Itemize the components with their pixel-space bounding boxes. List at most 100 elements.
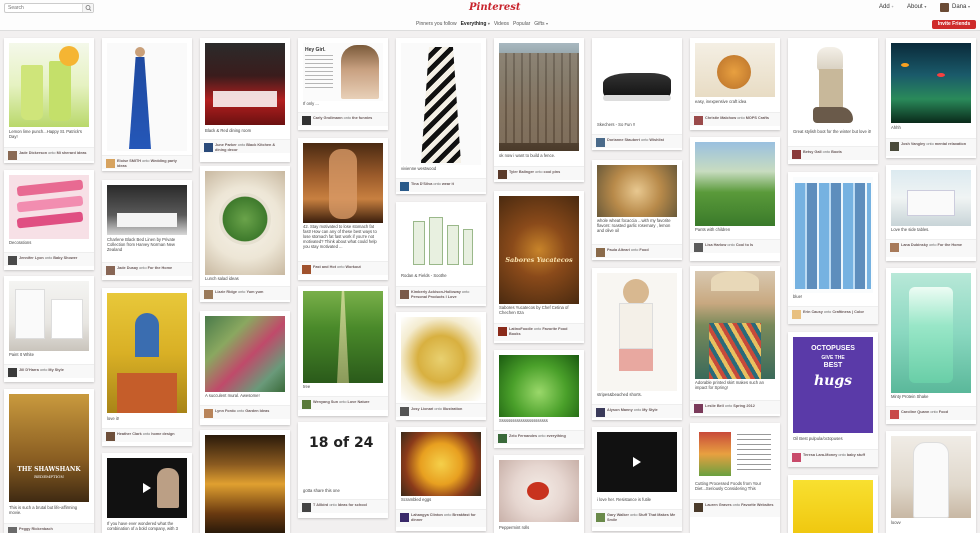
pin-card[interactable]: Great stylish boot for the winter but lo… [788, 38, 878, 164]
pinner-name[interactable]: Josy Lionari [411, 407, 433, 411]
board-name[interactable]: Ideas for school [338, 503, 367, 507]
pin-card[interactable]: Peppermint rolls [494, 455, 584, 533]
avatar[interactable] [106, 266, 115, 275]
pin-image[interactable] [695, 43, 775, 97]
search-icon[interactable] [82, 4, 93, 12]
pin-card[interactable] [200, 430, 290, 533]
pin-image[interactable] [793, 480, 873, 533]
pin-image[interactable] [205, 43, 285, 125]
pin-card[interactable]: Love the side tables. Lana Dubinsky onto… [886, 165, 976, 261]
pinner-name[interactable]: June Parker [215, 143, 237, 147]
pin-image[interactable] [401, 207, 481, 271]
pin-card[interactable]: Cutting Processed Foods from Your Diet..… [690, 423, 780, 533]
pinner-name[interactable]: Kimberly Ackison-Holloway [411, 290, 461, 294]
board-name[interactable]: Illustration [443, 407, 462, 411]
avatar[interactable] [106, 432, 115, 441]
avatar[interactable] [302, 503, 311, 512]
pin-card[interactable]: Ahhh Josh Vangley onto mental relaxation [886, 38, 976, 158]
pinner-name[interactable]: LatinoFoodie [509, 327, 533, 331]
pin-card[interactable]: stripes&beached shorts. Alyson Manny ont… [592, 268, 682, 420]
pin-image[interactable] [401, 43, 481, 165]
search-input[interactable] [5, 4, 83, 12]
board-name[interactable]: cool pins [544, 170, 561, 174]
avatar[interactable] [596, 138, 605, 147]
tab-videos[interactable]: Videos [494, 21, 509, 27]
pin-card[interactable]: Scrambled eggs Lahangya Clinton onto Bre… [396, 427, 486, 531]
board-name[interactable]: Wishlist [649, 138, 664, 142]
board-name[interactable]: My Style [48, 368, 63, 372]
avatar[interactable] [302, 400, 311, 409]
avatar[interactable] [8, 151, 17, 160]
pinner-name[interactable]: Fast and Hot [313, 265, 336, 269]
avatar[interactable] [940, 3, 949, 12]
board-name[interactable]: Mi sherard ideas [57, 151, 87, 155]
pinner-name[interactable]: Alyson Manny [607, 408, 633, 412]
board-name[interactable]: Food [639, 248, 648, 252]
avatar[interactable] [8, 256, 17, 265]
pin-image[interactable] [597, 43, 677, 119]
avatar[interactable] [792, 150, 801, 159]
pinner-name[interactable]: Lauren Graves [705, 503, 732, 507]
avatar[interactable] [694, 243, 703, 252]
board-name[interactable]: wear it [442, 182, 454, 186]
pin-image[interactable] [9, 281, 89, 351]
pinner-name[interactable]: Lisa Harlow [705, 243, 726, 247]
avatar[interactable] [498, 170, 507, 179]
avatar[interactable] [302, 116, 311, 125]
pinner-name[interactable]: Heather Clark [117, 432, 142, 436]
board-name[interactable]: Food [939, 410, 948, 414]
pin-image[interactable] [401, 317, 481, 401]
user-menu[interactable]: Dana ▾ [952, 4, 970, 10]
pin-card[interactable] [788, 475, 878, 533]
board-name[interactable]: Craftiness | Color [832, 310, 864, 314]
pin-card[interactable]: 42. Stay motivated to lose stomach fat f… [298, 138, 388, 280]
pin-image[interactable] [695, 271, 775, 379]
pin-card[interactable]: Skechers - So Fun !! Dorianne Staubert o… [592, 38, 682, 150]
pin-image[interactable] [205, 435, 285, 533]
avatar[interactable] [204, 409, 213, 418]
board-name[interactable]: Personal Products I Love [411, 295, 457, 299]
board-name[interactable]: mental relaxation [935, 142, 966, 146]
board-name[interactable]: Boots [831, 150, 842, 154]
pin-card[interactable]: Sabores Yucatecos Sabores Yucatecos by C… [494, 191, 584, 343]
pinner-name[interactable]: Lana Dubinsky [901, 243, 928, 247]
pinner-name[interactable]: Lizzie Ridge [215, 290, 237, 294]
avatar[interactable] [400, 290, 409, 299]
avatar[interactable] [694, 503, 703, 512]
board-name[interactable]: everything [547, 434, 566, 438]
pin-card[interactable]: Rodan & Fields - Soothe Kimberly Ackison… [396, 202, 486, 306]
pin-image[interactable] [793, 177, 873, 293]
pin-image[interactable] [303, 143, 383, 223]
tab-pinners-you-follow[interactable]: Pinners you follow [416, 21, 457, 27]
pinner-name[interactable]: Peggy Rickenbach [19, 527, 53, 531]
pinner-name[interactable]: Gary Walker [607, 513, 629, 517]
about-menu[interactable]: About ▾ [907, 4, 926, 10]
pin-card[interactable]: tree Wenyang Sun onto Love Nature [298, 286, 388, 416]
pin-image[interactable] [9, 43, 89, 127]
pin-image[interactable] [401, 432, 481, 496]
pin-card[interactable]: Eloise SMITH onto Wedding party ideas [102, 38, 192, 171]
avatar[interactable] [204, 143, 213, 152]
tab-gifts[interactable]: Gifts ▾ [534, 21, 548, 27]
pinner-name[interactable]: Erin Causy [803, 310, 823, 314]
avatar[interactable] [596, 408, 605, 417]
pinner-name[interactable]: Teresa Lara-Money [803, 453, 837, 457]
pin-image[interactable] [205, 316, 285, 392]
pin-image[interactable] [891, 170, 971, 226]
board-name[interactable]: Love Nature [348, 400, 370, 404]
avatar[interactable] [596, 513, 605, 522]
pin-card[interactable]: OCTOPUSES GIVE THE BEST hugs Oil Best pu… [788, 332, 878, 467]
pin-card[interactable]: easy, inexpensive craft idea Christie Ma… [690, 38, 780, 130]
pin-image[interactable] [597, 165, 677, 217]
pin-image[interactable] [107, 458, 187, 518]
pinner-name[interactable]: Leslie Bell [705, 404, 724, 408]
pin-card[interactable]: Lunch salad ideas Lizzie Ridge onto Yum … [200, 166, 290, 302]
pinner-name[interactable]: Christie Malchow [705, 116, 736, 120]
pin-card[interactable]: whole wheat focaccia ...with my favorite… [592, 160, 682, 260]
pin-card[interactable]: THE SHAWSHANK REDEMPTION This is such a … [4, 389, 94, 533]
pin-card[interactable]: blue! Erin Causy onto Craftiness | Color [788, 172, 878, 324]
pin-card[interactable]: Josy Lionari onto Illustration [396, 312, 486, 420]
board-name[interactable]: MOPS Crafts [746, 116, 769, 120]
pin-image[interactable] [499, 43, 579, 151]
board-name[interactable]: baby stuff [847, 453, 865, 457]
